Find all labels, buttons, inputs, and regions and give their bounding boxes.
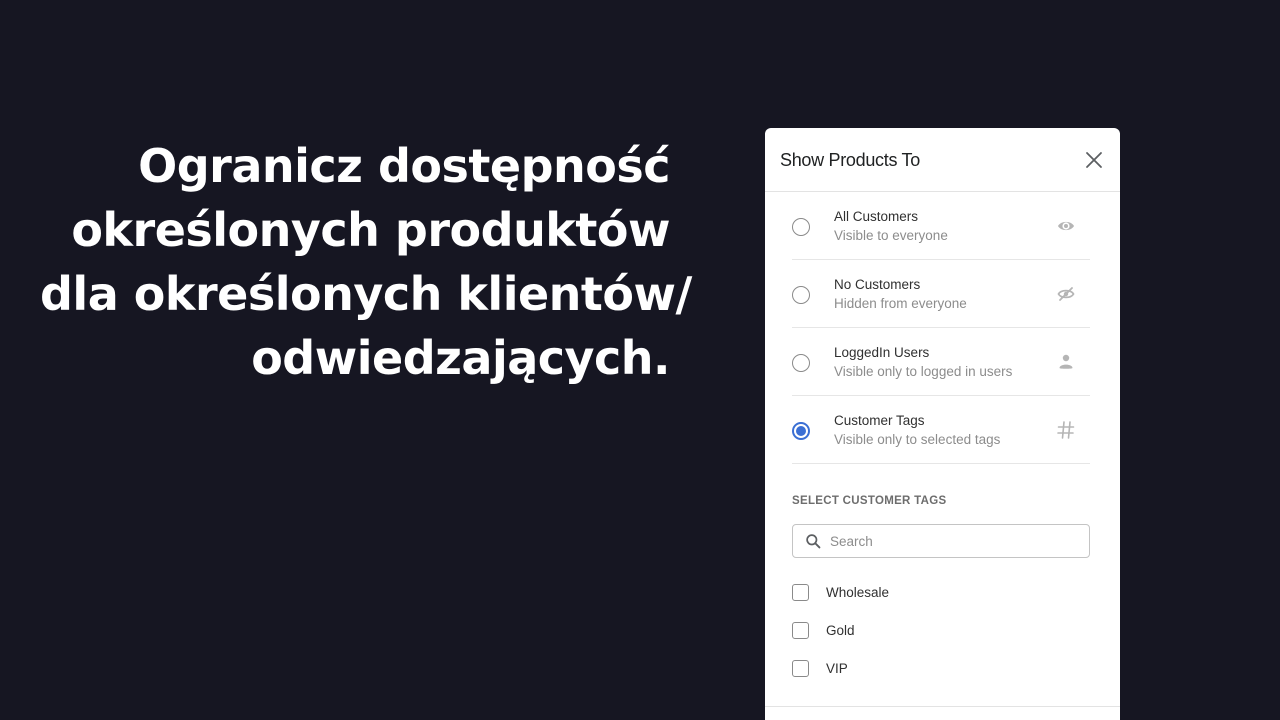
option-label: All Customers (834, 209, 919, 224)
option-sublabel: Visible to everyone (834, 228, 948, 243)
radio-button[interactable] (792, 354, 810, 372)
headline-line: określonych produktów (71, 203, 670, 257)
headline-line: dla określonych klientów/ (40, 267, 692, 321)
close-button[interactable] (1084, 150, 1104, 170)
user-icon (1059, 354, 1073, 369)
tag-label: Wholesale (826, 585, 890, 600)
headline-line: odwiedzających. (251, 331, 670, 385)
option-no-customers[interactable]: No Customers Hidden from everyone (792, 260, 1090, 328)
show-products-panel: Show Products To All Customers Visible t… (765, 128, 1120, 720)
option-label: LoggedIn Users (834, 345, 930, 360)
headline-line: Ogranicz dostępność (138, 139, 670, 193)
panel-header: Show Products To (765, 128, 1120, 192)
search-field[interactable] (792, 524, 1090, 558)
search-input[interactable] (830, 525, 1080, 557)
radio-button[interactable] (792, 218, 810, 236)
search-icon (806, 534, 821, 549)
checkbox[interactable] (792, 622, 809, 639)
option-label: Customer Tags (834, 413, 925, 428)
visibility-options: All Customers Visible to everyone No Cus… (792, 192, 1090, 464)
tag-list: Wholesale Gold VIP (792, 576, 1090, 690)
tag-item-vip[interactable]: VIP (792, 652, 1090, 690)
headline: Ogranicz dostępność określonych produktó… (40, 134, 692, 390)
radio-button[interactable] (792, 286, 810, 304)
option-sublabel: Visible only to logged in users (834, 364, 1013, 379)
option-all-customers[interactable]: All Customers Visible to everyone (792, 192, 1090, 260)
option-customer-tags[interactable]: Customer Tags Visible only to selected t… (792, 396, 1090, 464)
option-sublabel: Visible only to selected tags (834, 432, 1001, 447)
option-loggedin-users[interactable]: LoggedIn Users Visible only to logged in… (792, 328, 1090, 396)
customer-tags-section: SELECT CUSTOMER TAGS Wholesale Gold VIP (792, 495, 1090, 690)
panel-title: Show Products To (780, 150, 920, 170)
option-sublabel: Hidden from everyone (834, 296, 967, 311)
tag-item-gold[interactable]: Gold (792, 614, 1090, 652)
radio-button-selected[interactable] (792, 422, 810, 440)
close-icon (1086, 152, 1102, 168)
footer-divider (765, 706, 1120, 707)
checkbox[interactable] (792, 660, 809, 677)
hashtag-icon (1057, 421, 1075, 439)
tag-label: VIP (826, 661, 848, 676)
checkbox[interactable] (792, 584, 809, 601)
tag-label: Gold (826, 623, 855, 638)
eye-slash-icon (1057, 287, 1075, 301)
tags-heading: SELECT CUSTOMER TAGS (792, 495, 947, 507)
option-label: No Customers (834, 277, 921, 292)
tag-item-wholesale[interactable]: Wholesale (792, 576, 1090, 614)
eye-icon (1058, 221, 1074, 231)
